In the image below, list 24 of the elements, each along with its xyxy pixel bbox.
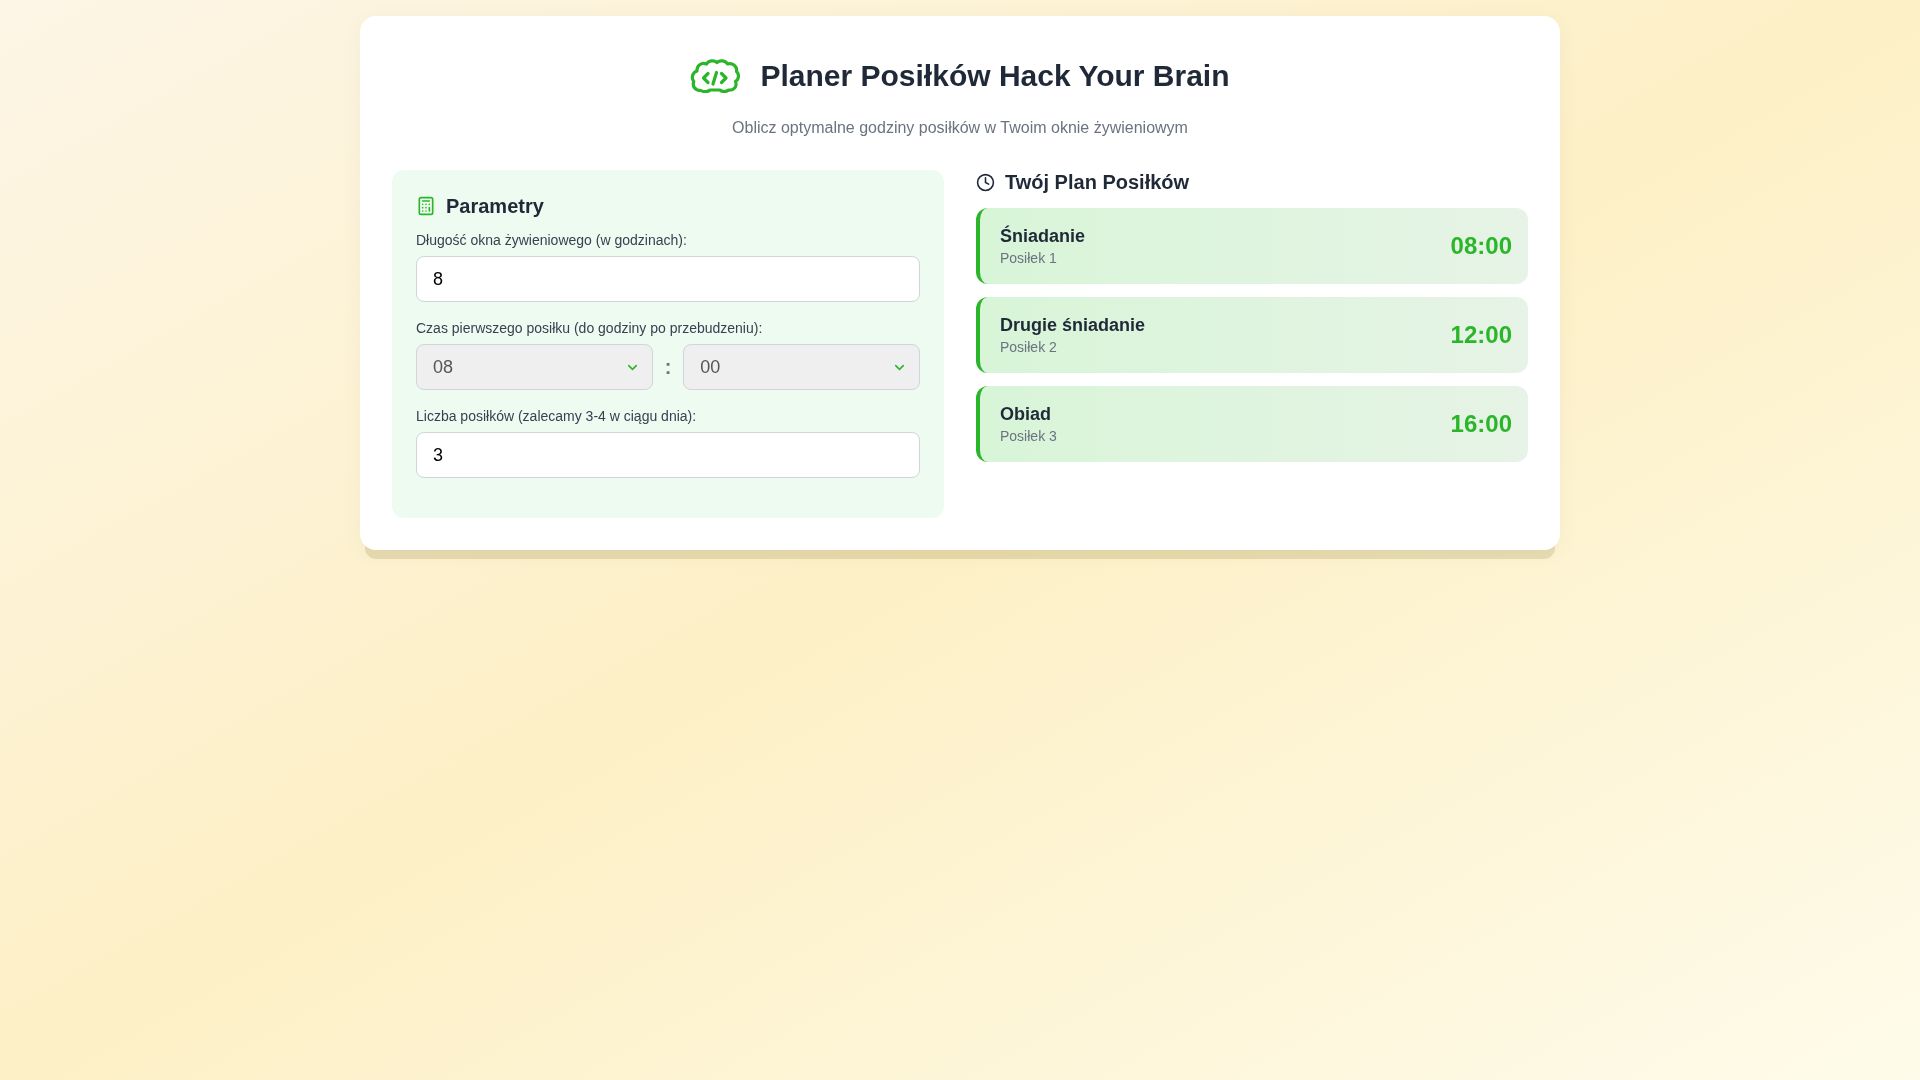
meal-number: Posiłek 2 [1000,338,1058,357]
meal-name: Śniadanie [1000,224,1086,248]
minute-select[interactable]: 00 [683,344,920,390]
meal-time: 16:00 [1450,409,1512,439]
number-input[interactable]: 3 [416,432,920,478]
meal-number: Posiłek 1 [1000,249,1058,268]
field-label: Liczba posiłków (zalecamy 3-4 w ciągu dnia): [416,407,698,426]
section-heading: Twój Plan Posiłków [1005,170,1190,195]
meal-number: Posiłek 3 [1000,427,1057,446]
hour-select[interactable]: 08 [416,344,653,390]
meal-name: Drugie śniadanie [1000,314,1146,337]
section-heading: Parametry [446,194,544,218]
clock-icon [976,172,995,192]
meal-name: Obiad [1000,403,1052,426]
meal-time: 08:00 [1450,231,1512,261]
page-title: Planer Posiłków Hack Your Brain [760,58,1230,94]
field-label: Czas pierwszego posiłku (do godziny po przebudzeniu): [416,319,764,338]
calculator-icon [416,196,436,216]
page-subtitle: Oblicz optymalne godziny posiłków w Twoim oknie żywieniowym [731,118,1189,138]
time-separator: : [664,357,672,377]
field-label: Długość okna żywieniowego (w godzinach): [416,231,688,250]
brain-code-icon [690,59,741,93]
meal-time: 12:00 [1450,320,1512,350]
number-input[interactable]: 8 [416,256,920,302]
